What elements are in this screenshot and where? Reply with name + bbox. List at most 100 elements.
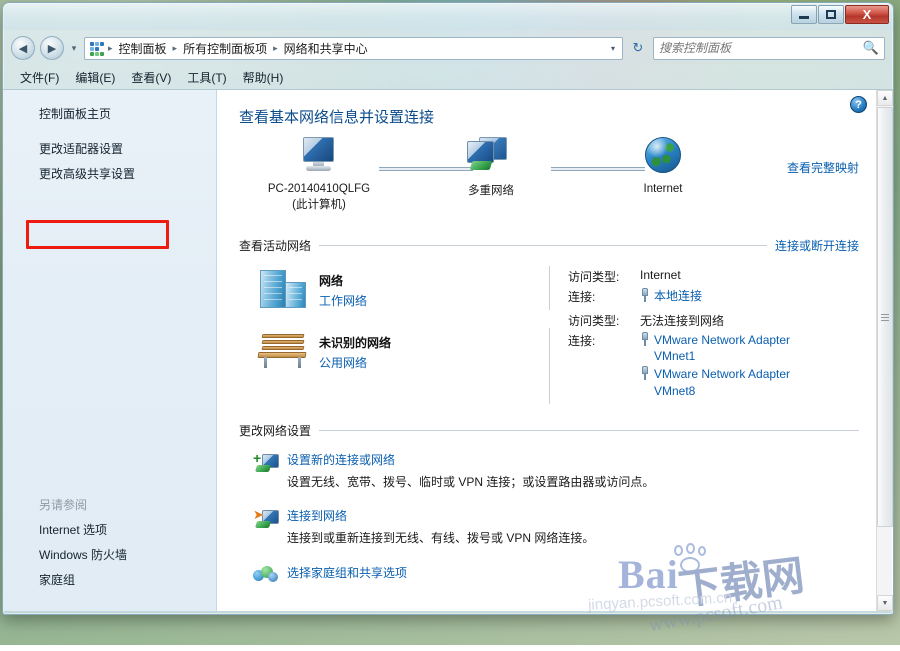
network-details: 访问类型: 无法连接到网络 连接: VMware Network Adapter…: [568, 310, 871, 404]
task-title[interactable]: 连接到网络: [287, 507, 871, 524]
navigation-bar: ◀ ▶ ▾ ▸ 控制面板 ▸ 所有控制面板项 ▸ 网络和共享中心 ▾ ↻: [3, 30, 893, 66]
active-network-row: 网络 工作网络 访问类型: Internet 连接:: [231, 260, 871, 314]
window-controls: X: [791, 5, 889, 24]
connections-row: 连接: 本地连接: [568, 288, 871, 306]
network-names: 网络 工作网络: [319, 266, 549, 309]
active-networks-section: 查看活动网络 连接或断开连接 网络 工作网络: [231, 237, 871, 408]
access-type-label: 访问类型:: [568, 312, 640, 329]
menu-help[interactable]: 帮助(H): [236, 67, 291, 88]
access-type-value: 无法连接到网络: [640, 312, 724, 329]
breadcrumb-all-items[interactable]: 所有控制面板项: [181, 39, 269, 58]
multiple-networks-icon: [465, 137, 517, 175]
search-box[interactable]: 🔍: [653, 37, 885, 60]
sidebar-item-windows-firewall[interactable]: Windows 防火墙: [3, 543, 216, 568]
connections-list: VMware Network Adapter VMnet1 VMware Net…: [640, 332, 824, 401]
network-names: 未识别的网络 公用网络: [319, 328, 549, 371]
access-type-value: Internet: [640, 268, 681, 285]
connection-item[interactable]: VMware Network Adapter VMnet8: [640, 366, 824, 398]
internet-globe-icon: [645, 137, 681, 173]
map-node-multiple-networks-label: 多重网络: [421, 184, 561, 200]
view-full-map-link[interactable]: 查看完整映射: [787, 159, 859, 176]
map-node-multiple-networks[interactable]: 多重网络: [421, 137, 561, 200]
sidebar-item-internet-options[interactable]: Internet 选项: [3, 518, 216, 543]
window-body: 控制面板主页 更改适配器设置 更改高级共享设置 另请参阅 Internet 选项…: [3, 90, 893, 611]
scrollbar-thumb[interactable]: [877, 107, 893, 527]
back-button[interactable]: ◀: [11, 36, 35, 60]
task-choose-homegroup[interactable]: 选择家庭组和共享选项: [231, 548, 871, 593]
section-divider: [319, 430, 859, 431]
network-icon-wrap: [249, 266, 319, 310]
map-node-computer[interactable]: PC-20140410QLFG (此计算机): [249, 137, 389, 213]
breadcrumb-control-panel[interactable]: 控制面板: [117, 39, 169, 58]
homegroup-icon: [253, 566, 279, 586]
address-bar[interactable]: ▸ 控制面板 ▸ 所有控制面板项 ▸ 网络和共享中心 ▾: [84, 37, 623, 60]
network-details: 访问类型: Internet 连接: 本地连接: [568, 266, 871, 309]
menu-tools[interactable]: 工具(T): [180, 67, 233, 88]
see-also-section: 另请参阅 Internet 选项 Windows 防火墙 家庭组: [3, 493, 216, 593]
search-input[interactable]: [659, 41, 863, 55]
control-panel-icon: [89, 41, 104, 56]
access-type-row: 访问类型: Internet: [568, 268, 871, 285]
address-dropdown-icon[interactable]: ▾: [606, 44, 620, 53]
change-settings-header: 更改网络设置: [239, 422, 859, 439]
map-node-computer-name: PC-20140410QLFG: [249, 182, 389, 198]
connections-row: 连接: VMware Network Adapter VMnet1 VMware…: [568, 332, 871, 401]
sidebar-item-control-panel-home[interactable]: 控制面板主页: [3, 102, 216, 127]
forward-button[interactable]: ▶: [40, 36, 64, 60]
forward-arrow-icon: ▶: [48, 42, 56, 55]
sidebar-item-homegroup[interactable]: 家庭组: [3, 568, 216, 593]
connection-link[interactable]: VMware Network Adapter VMnet1: [654, 332, 824, 364]
network-plug-icon: [640, 366, 650, 380]
task-body: 设置新的连接或网络 设置无线、宽带、拨号、临时或 VPN 连接；或设置路由器或访…: [287, 451, 871, 491]
menu-file[interactable]: 文件(F): [13, 67, 66, 88]
task-title[interactable]: 选择家庭组和共享选项: [287, 564, 871, 581]
map-node-internet-label: Internet: [593, 182, 733, 198]
task-icon-wrap: ➤: [253, 507, 287, 547]
connection-link[interactable]: 本地连接: [654, 288, 702, 304]
connection-item[interactable]: 本地连接: [640, 288, 702, 304]
close-button[interactable]: X: [845, 5, 889, 24]
change-settings-title: 更改网络设置: [239, 422, 311, 439]
task-description: 连接到或重新连接到无线、有线、拨号或 VPN 网络连接。: [287, 530, 871, 547]
network-type-link[interactable]: 公用网络: [319, 354, 549, 371]
map-node-computer-sub: (此计算机): [249, 198, 389, 214]
task-connect-to-network[interactable]: ➤ 连接到网络 连接到或重新连接到无线、有线、拨号或 VPN 网络连接。: [231, 493, 871, 549]
see-also-header: 另请参阅: [3, 493, 216, 518]
menu-view[interactable]: 查看(V): [124, 67, 178, 88]
active-networks-title: 查看活动网络: [239, 237, 311, 254]
connection-link[interactable]: VMware Network Adapter VMnet8: [654, 366, 824, 398]
sidebar-item-change-advanced-sharing-settings[interactable]: 更改高级共享设置: [3, 162, 216, 187]
chevron-down-icon: ▼: [882, 600, 889, 607]
history-dropdown-button[interactable]: ▾: [69, 43, 79, 54]
adapter-settings-highlight-box: [26, 220, 169, 249]
breadcrumb-network-sharing-center[interactable]: 网络和共享中心: [282, 39, 370, 58]
section-divider: [319, 245, 767, 246]
task-title[interactable]: 设置新的连接或网络: [287, 451, 871, 468]
connections-label: 连接:: [568, 332, 640, 401]
connections-label: 连接:: [568, 288, 640, 306]
maximize-button[interactable]: [818, 5, 844, 24]
content-inner: 查看基本网络信息并设置连接 PC-20140410QLFG (此计算机): [217, 90, 893, 593]
help-icon[interactable]: ?: [850, 96, 867, 113]
vertical-divider: [549, 328, 550, 404]
menu-edit[interactable]: 编辑(E): [68, 67, 122, 88]
map-node-computer-label: PC-20140410QLFG (此计算机): [249, 182, 389, 213]
sidebar-item-change-adapter-settings[interactable]: 更改适配器设置: [3, 137, 216, 162]
scroll-up-button[interactable]: ▲: [877, 90, 893, 106]
vertical-scrollbar[interactable]: ▲ ▼: [876, 90, 892, 611]
network-type-link[interactable]: 工作网络: [319, 292, 549, 309]
task-description: 设置无线、宽带、拨号、临时或 VPN 连接；或设置路由器或访问点。: [287, 474, 871, 491]
minimize-button[interactable]: [791, 5, 817, 24]
content-pane: ? 查看基本网络信息并设置连接 PC-20140410QLFG (此计算机): [217, 90, 893, 611]
refresh-icon: ↻: [633, 40, 644, 55]
connect-or-disconnect-link[interactable]: 连接或断开连接: [775, 237, 859, 254]
sidebar: 控制面板主页 更改适配器设置 更改高级共享设置 另请参阅 Internet 选项…: [3, 90, 217, 611]
access-type-label: 访问类型:: [568, 268, 640, 285]
scroll-down-button[interactable]: ▼: [877, 595, 893, 611]
connection-item[interactable]: VMware Network Adapter VMnet1: [640, 332, 824, 364]
map-node-internet[interactable]: Internet: [593, 137, 733, 198]
network-sharing-center-window: X ◀ ▶ ▾ ▸ 控制面板 ▸ 所有控制面板项 ▸ 网络和共享中心: [2, 2, 894, 615]
minimize-icon: [799, 16, 809, 19]
refresh-button[interactable]: ↻: [628, 40, 648, 56]
task-setup-new-connection[interactable]: + 设置新的连接或网络 设置无线、宽带、拨号、临时或 VPN 连接；或设置路由器…: [231, 445, 871, 493]
